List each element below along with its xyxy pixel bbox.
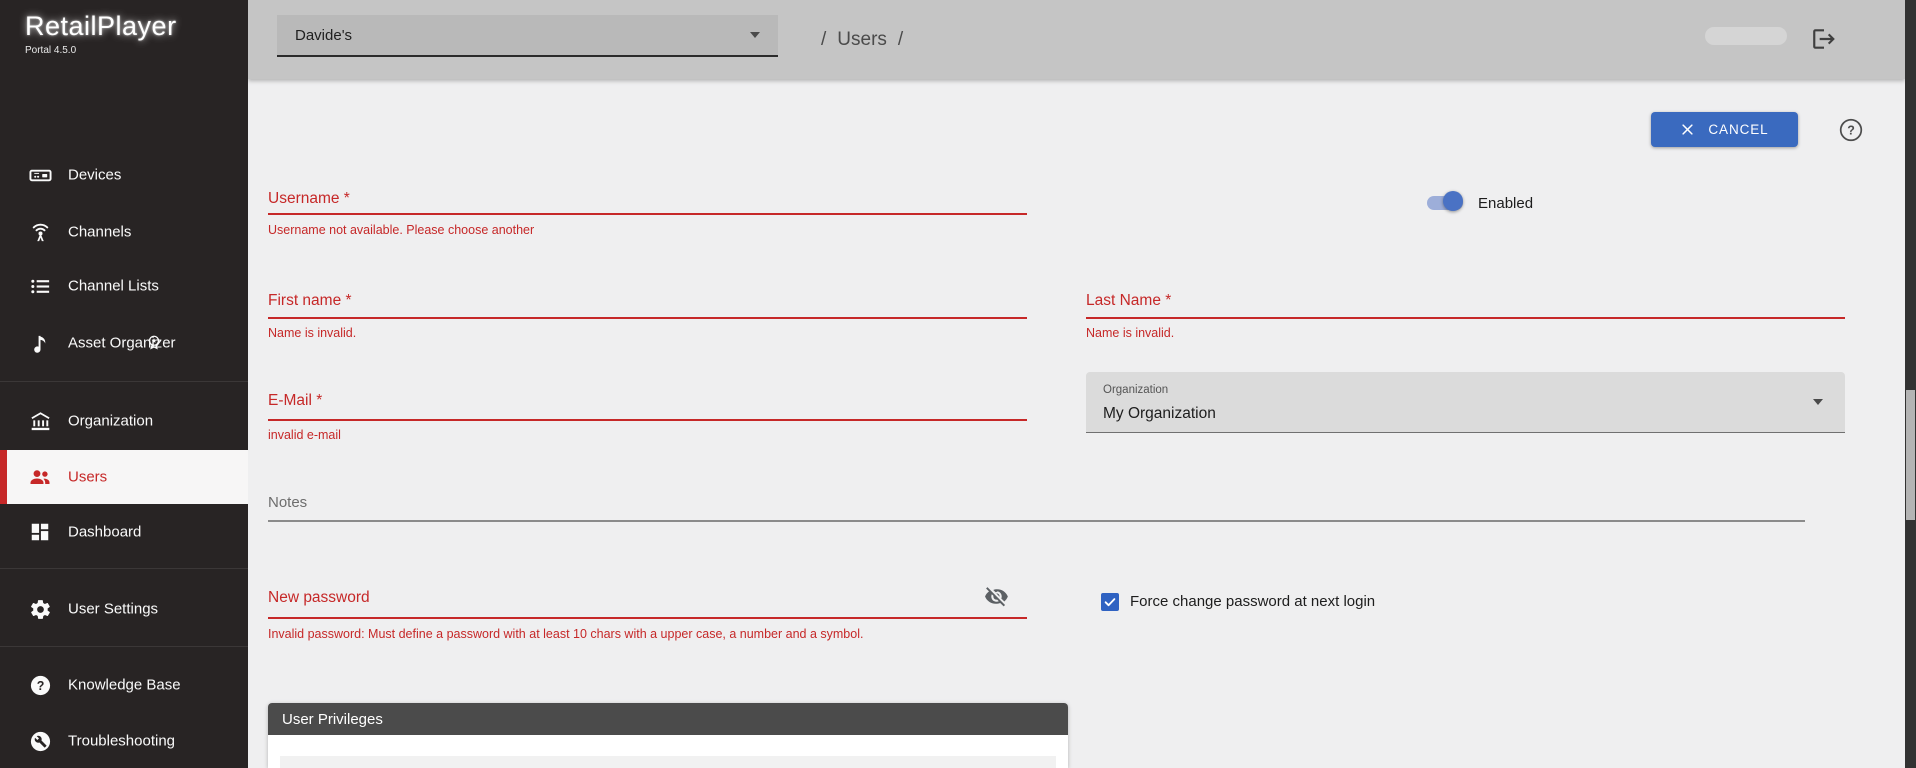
gear-icon	[28, 597, 52, 621]
sidebar-item-channels[interactable]: Channels	[0, 209, 248, 255]
list-icon	[28, 274, 52, 298]
sidebar-item-label: Devices	[68, 167, 121, 184]
sidebar-item-knowledge-base[interactable]: ? Knowledge Base	[0, 662, 248, 708]
enabled-toggle-thumb[interactable]	[1443, 191, 1463, 211]
sidebar-divider	[0, 568, 248, 569]
scrollbar-thumb[interactable]	[1906, 390, 1915, 520]
topbar: Davide's / Users /	[248, 0, 1905, 79]
dashboard-icon	[28, 520, 52, 544]
loading-placeholder	[1705, 27, 1787, 45]
sidebar-divider	[0, 646, 248, 647]
new-password-input[interactable]	[268, 583, 973, 613]
sidebar-divider	[0, 381, 248, 382]
sidebar-item-users[interactable]: Users	[0, 450, 248, 504]
vertical-scrollbar[interactable]	[1905, 0, 1916, 768]
organization-select[interactable]: Organization My Organization	[1086, 372, 1845, 433]
notes-underline	[268, 520, 1805, 522]
wrench-circle-icon	[28, 729, 52, 753]
selected-indicator	[0, 450, 7, 504]
last-name-underline	[1086, 317, 1845, 319]
visibility-off-icon[interactable]	[984, 584, 1010, 610]
breadcrumb-separator: /	[898, 29, 903, 51]
user-privileges-section: User Privileges	[268, 703, 1068, 768]
username-underline	[268, 213, 1027, 215]
sidebar-item-troubleshooting[interactable]: Troubleshooting	[0, 718, 248, 764]
username-input[interactable]	[268, 183, 1027, 213]
close-icon	[1680, 122, 1695, 137]
breadcrumb-separator: /	[821, 29, 826, 51]
org-context-select[interactable]: Davide's	[277, 15, 778, 57]
sidebar-item-label: User Settings	[68, 601, 158, 618]
chevron-down-icon	[750, 32, 760, 38]
app-title: RetailPlayer	[25, 11, 177, 42]
logout-icon[interactable]	[1811, 26, 1837, 52]
sidebar-item-devices[interactable]: Devices	[0, 152, 248, 198]
bank-icon	[28, 409, 52, 433]
email-field[interactable]	[268, 386, 1027, 416]
user-edit-form: CANCEL ? Username * Username not availab…	[248, 79, 1905, 768]
username-error: Username not available. Please choose an…	[268, 223, 534, 237]
breadcrumb: / Users /	[821, 0, 903, 79]
antenna-icon	[28, 220, 52, 244]
sidebar-item-dashboard[interactable]: Dashboard	[0, 509, 248, 555]
cancel-button-label: CANCEL	[1708, 122, 1768, 137]
sidebar-item-label: Dashboard	[68, 524, 141, 541]
org-context-value: Davide's	[295, 27, 352, 44]
new-password-underline	[268, 617, 1027, 619]
new-password-error: Invalid password: Must define a password…	[268, 627, 863, 641]
user-privileges-table-header	[280, 756, 1056, 768]
svg-text:?: ?	[36, 678, 44, 692]
help-icon[interactable]: ?	[1838, 117, 1864, 143]
breadcrumb-users[interactable]: Users	[837, 29, 887, 51]
force-change-checkbox-label[interactable]: Force change password at next login	[1130, 593, 1375, 610]
devices-icon	[28, 163, 52, 187]
force-change-checkbox[interactable]	[1101, 593, 1119, 611]
sidebar-item-label: Troubleshooting	[68, 733, 175, 750]
first-name-input[interactable]	[268, 286, 1027, 316]
sidebar-item-label: Channel Lists	[68, 278, 159, 295]
sidebar-item-label: Users	[68, 469, 107, 486]
sidebar-item-organization[interactable]: Organization	[0, 398, 248, 444]
notes-input[interactable]	[268, 488, 1805, 518]
sidebar-item-channel-lists[interactable]: Channel Lists	[0, 263, 248, 309]
email-underline	[268, 419, 1027, 421]
last-name-input[interactable]	[1086, 286, 1845, 316]
sidebar-item-label: Organization	[68, 413, 153, 430]
sidebar-item-label: Knowledge Base	[68, 677, 181, 694]
sidebar: RetailPlayer Portal 4.5.0 Devices Channe…	[0, 0, 248, 768]
certification-badge-icon	[145, 334, 163, 352]
enabled-toggle-label: Enabled	[1478, 195, 1533, 212]
chevron-down-icon	[1813, 399, 1823, 405]
first-name-error: Name is invalid.	[268, 326, 356, 340]
users-icon	[28, 465, 52, 489]
user-privileges-title: User Privileges	[282, 711, 383, 728]
user-privileges-header: User Privileges	[268, 703, 1068, 735]
last-name-error: Name is invalid.	[1086, 326, 1174, 340]
app-logo: RetailPlayer Portal 4.5.0	[25, 11, 177, 56]
email-error: invalid e-mail	[268, 428, 341, 442]
organization-select-label: Organization	[1103, 384, 1168, 396]
sidebar-item-user-settings[interactable]: User Settings	[0, 586, 248, 632]
first-name-underline	[268, 317, 1027, 319]
help-circle-icon: ?	[28, 673, 52, 697]
organization-select-value: My Organization	[1103, 405, 1216, 423]
sidebar-item-label: Channels	[68, 224, 131, 241]
svg-text:?: ?	[1847, 123, 1855, 137]
app-version: Portal 4.5.0	[25, 45, 177, 56]
music-note-icon	[28, 331, 52, 355]
sidebar-item-asset-organizer[interactable]: Asset Organizer	[0, 320, 248, 366]
cancel-button[interactable]: CANCEL	[1651, 112, 1798, 147]
check-icon	[1103, 595, 1117, 609]
